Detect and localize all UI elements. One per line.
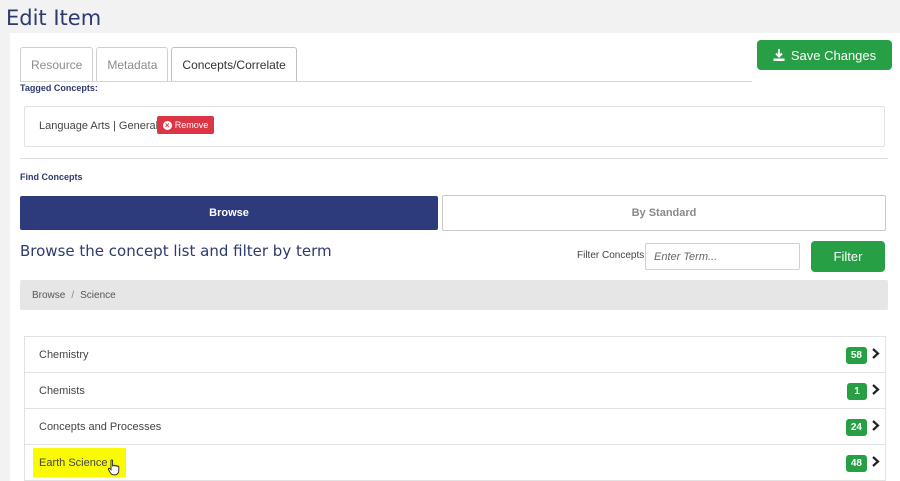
concept-item-earth-science[interactable]: Earth Science 48: [25, 445, 885, 481]
save-changes-label: Save Changes: [790, 47, 877, 63]
by-standard-mode-button[interactable]: By Standard: [442, 195, 886, 231]
section-divider: [20, 158, 888, 159]
tagged-concepts-label: Tagged Concepts:: [20, 83, 98, 93]
tab-metadata[interactable]: Metadata: [96, 47, 169, 82]
tab-resource[interactable]: Resource: [20, 47, 94, 82]
concept-label: Chemists: [39, 385, 85, 397]
concept-list: Chemistry 58 Chemists 1 Concepts and Pro…: [24, 336, 886, 481]
breadcrumb-browse[interactable]: Browse: [32, 290, 65, 301]
chevron-right-icon: [872, 348, 880, 359]
hand-pointer-icon: [107, 459, 120, 476]
concept-label: Concepts and Processes: [39, 421, 162, 433]
content-panel: Resource Metadata Concepts/Correlate Sav…: [10, 33, 900, 481]
browse-mode-button[interactable]: Browse: [20, 196, 438, 230]
tab-concepts-correlate[interactable]: Concepts/Correlate: [171, 47, 297, 82]
filter-concepts-label: Filter Concepts: [577, 250, 645, 261]
browse-heading: Browse the concept list and filter by te…: [20, 242, 332, 260]
breadcrumb-science: Science: [80, 289, 116, 301]
chevron-right-icon: [872, 420, 880, 431]
breadcrumb: Browse / Science: [20, 280, 888, 310]
concept-label: Chemistry: [39, 349, 89, 361]
tab-divider: [20, 81, 752, 82]
close-circle-icon: ×: [162, 120, 172, 130]
chevron-right-icon: [872, 456, 880, 467]
tagged-concept-text: Language Arts | General: [39, 120, 159, 132]
remove-concept-button[interactable]: × Remove: [157, 116, 214, 134]
concept-label: Earth Science: [39, 457, 108, 469]
find-concepts-label: Find Concepts: [20, 172, 83, 182]
concept-item-chemists[interactable]: Chemists 1: [25, 373, 885, 409]
filter-term-input[interactable]: [645, 243, 800, 270]
breadcrumb-separator: /: [71, 289, 75, 301]
concept-count-badge: 48: [845, 455, 867, 472]
page-title: Edit Item: [6, 6, 102, 30]
remove-label: Remove: [174, 120, 209, 130]
concept-count-badge: 58: [845, 347, 867, 364]
save-changes-button[interactable]: Save Changes: [757, 40, 892, 70]
concept-item-chemistry[interactable]: Chemistry 58: [25, 337, 885, 373]
concept-count-badge: 1: [847, 383, 867, 400]
tab-bar: Resource Metadata Concepts/Correlate: [20, 47, 297, 82]
download-icon: [773, 49, 785, 61]
tagged-concepts-box: Language Arts | General × Remove: [24, 106, 885, 147]
concept-count-badge: 24: [845, 419, 867, 436]
concept-item-concepts-and-processes[interactable]: Concepts and Processes 24: [25, 409, 885, 445]
filter-button[interactable]: Filter: [811, 241, 885, 272]
chevron-right-icon: [872, 384, 880, 395]
